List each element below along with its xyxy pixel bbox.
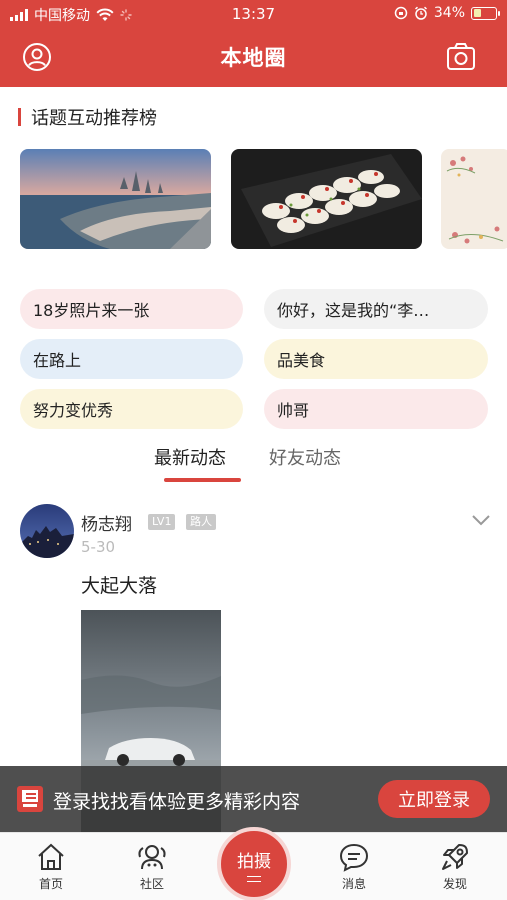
- post-text: 大起大落: [81, 575, 158, 597]
- camera-icon[interactable]: [446, 42, 476, 72]
- chevron-down-icon[interactable]: [471, 512, 491, 528]
- topic-tag[interactable]: 18岁照片来一张: [20, 289, 243, 329]
- shoot-button[interactable]: 拍摄: [217, 827, 291, 900]
- login-prompt-text: 登录找找看体验更多精彩内容: [53, 791, 301, 813]
- login-button[interactable]: 立即登录: [378, 780, 490, 818]
- lock-rotation-icon: [394, 6, 408, 20]
- section-title-text: 话题互动推荐榜: [31, 108, 157, 129]
- active-tab-indicator: [164, 478, 241, 482]
- topic-tag[interactable]: 在路上: [20, 339, 243, 379]
- nav-discover-label: 发现: [442, 877, 467, 891]
- level-badge: LV1: [148, 514, 176, 530]
- nav-home-label: 首页: [38, 877, 63, 891]
- nav-home[interactable]: 首页: [21, 841, 81, 897]
- shoot-icon: [247, 875, 261, 882]
- topic-tag-label: 品美食: [277, 351, 326, 370]
- section-title: 话题互动推荐榜: [18, 106, 157, 129]
- status-bar: 中国移动 13:37 34%: [0, 0, 507, 30]
- topic-tag[interactable]: 你好，这是我的“李…: [264, 289, 488, 329]
- message-icon: [339, 843, 369, 872]
- rocket-icon: [442, 844, 468, 870]
- topic-tag-label: 在路上: [33, 351, 82, 370]
- alarm-icon: [414, 6, 427, 20]
- topic-tag[interactable]: 努力变优秀: [20, 389, 243, 429]
- topic-tag-label: 18岁照片来一张: [33, 301, 150, 320]
- bottom-nav: 首页 社区 拍摄 消息 发现: [0, 827, 507, 900]
- avatar-photo: [20, 504, 74, 558]
- post-date: 5-30: [81, 538, 116, 556]
- tab-latest[interactable]: 最新动态: [154, 444, 226, 470]
- battery-percent: 34%: [433, 5, 465, 21]
- app-header: 中国移动 13:37 34% 本地圈: [0, 0, 507, 87]
- community-icon: [138, 845, 166, 870]
- topic-tag-label: 帅哥: [277, 401, 310, 420]
- nav-message-label: 消息: [341, 877, 366, 891]
- topic-card-food[interactable]: [231, 149, 422, 249]
- battery-level: [473, 9, 481, 17]
- tab-friends[interactable]: 好友动态: [269, 444, 341, 470]
- section-title-accent: [18, 108, 21, 126]
- page-title: 本地圈: [220, 46, 287, 70]
- battery-icon: [471, 6, 500, 20]
- nav-community-label: 社区: [139, 877, 164, 891]
- topic-tag[interactable]: 帅哥: [264, 389, 488, 429]
- topic-tag-label: 努力变优秀: [33, 401, 114, 420]
- city-coast-photo: [20, 149, 211, 249]
- status-right: 34%: [394, 5, 500, 21]
- avatar[interactable]: [20, 504, 74, 558]
- shoot-label: 拍摄: [237, 851, 271, 872]
- food-dumplings-photo: [231, 149, 422, 249]
- topic-card-city[interactable]: [20, 149, 211, 249]
- topic-tag-label: 你好，这是我的“李…: [277, 301, 430, 320]
- nav-message[interactable]: 消息: [324, 841, 384, 897]
- app-logo: [17, 786, 43, 812]
- nav-discover[interactable]: 发现: [425, 841, 485, 897]
- home-icon: [38, 843, 64, 870]
- role-badge: 路人: [186, 514, 216, 530]
- topic-card-floral[interactable]: [441, 149, 507, 249]
- floral-pattern-photo: [441, 149, 507, 249]
- topic-tag[interactable]: 品美食: [264, 339, 488, 379]
- post-author[interactable]: 杨志翔: [81, 510, 132, 535]
- nav-community[interactable]: 社区: [122, 841, 182, 897]
- logo-mark: [22, 790, 38, 807]
- login-banner: 登录找找看体验更多精彩内容 立即登录: [0, 766, 507, 832]
